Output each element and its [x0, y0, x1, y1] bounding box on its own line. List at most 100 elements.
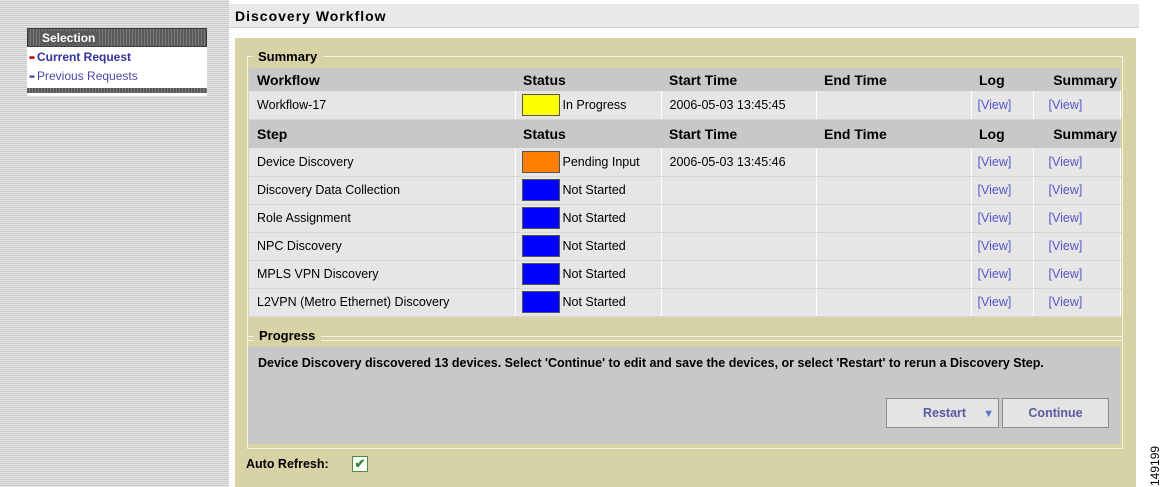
column-header-workflow: Workflow: [249, 68, 515, 91]
step-header-row: Step Status Start Time End Time Log Summ…: [249, 119, 1120, 148]
workflow-row: Workflow-17 In Progress 2006-05-03 13:45…: [249, 91, 1121, 120]
progress-message: Device Discovery discovered 13 devices. …: [258, 356, 1044, 370]
step-log-link[interactable]: [View]: [971, 176, 1034, 205]
status-indicator: [521, 93, 560, 116]
status-indicator: [521, 263, 560, 285]
restart-button[interactable]: Restart ▼: [886, 398, 999, 428]
step-status: Not Started: [515, 204, 662, 233]
step-log-link[interactable]: [View]: [971, 148, 1034, 177]
step-start-time: [661, 288, 817, 317]
column-header-summary: Summary: [1033, 68, 1120, 91]
step-name: Role Assignment: [249, 204, 516, 233]
bullet-icon: ••: [29, 53, 35, 64]
view-link[interactable]: [View]: [1049, 239, 1083, 253]
nav-previous-requests[interactable]: •• Previous Requests: [29, 69, 138, 83]
status-indicator: [521, 150, 560, 173]
selection-footer: [27, 88, 207, 93]
view-link[interactable]: [View]: [978, 295, 1012, 309]
column-header-end-time: End Time: [816, 68, 971, 91]
summary-legend: Summary: [253, 49, 324, 64]
step-name: L2VPN (Metro Ethernet) Discovery: [249, 288, 516, 317]
column-header-status: Status: [515, 68, 661, 91]
step-name: MPLS VPN Discovery: [249, 260, 516, 289]
view-link[interactable]: [View]: [1049, 183, 1083, 197]
step-summary-link[interactable]: [View]: [1033, 288, 1121, 317]
workflow-table: Workflow Status Start Time End Time Log …: [249, 68, 1121, 317]
status-text: Not Started: [562, 239, 626, 253]
selection-header: Selection: [27, 28, 207, 47]
checkmark-icon: ✔: [354, 456, 366, 471]
step-log-link[interactable]: [View]: [971, 204, 1034, 233]
auto-refresh-label: Auto Refresh:: [246, 457, 329, 471]
page-title: Discovery Workflow: [235, 8, 387, 24]
auto-refresh-checkbox[interactable]: ✔: [352, 456, 368, 472]
step-end-time: [816, 260, 972, 289]
view-link[interactable]: [View]: [1049, 211, 1083, 225]
step-row: Discovery Data Collection Not Started [Vie…: [249, 176, 1121, 205]
step-row: Device Discovery Pending Input 2006-05-03 …: [249, 148, 1121, 177]
step-summary-link[interactable]: [View]: [1033, 148, 1121, 177]
title-bar: Discovery Workflow: [229, 4, 1139, 28]
sidebar: Selection •• Current Request •• Previous R…: [0, 0, 229, 487]
step-summary-link[interactable]: [View]: [1033, 260, 1121, 289]
view-link[interactable]: [View]: [1049, 98, 1083, 112]
step-summary-link[interactable]: [View]: [1033, 204, 1121, 233]
step-end-time: [816, 176, 972, 205]
step-status: Pending Input: [515, 148, 662, 177]
progress-legend: Progress: [254, 328, 322, 343]
selection-title: Selection: [40, 31, 98, 45]
view-link[interactable]: [View]: [978, 155, 1012, 169]
workflow-name: Workflow-17: [249, 91, 516, 120]
view-link[interactable]: [View]: [1049, 267, 1083, 281]
nav-current-request[interactable]: •• Current Request: [29, 50, 131, 64]
step-end-time: [816, 288, 972, 317]
step-log-link[interactable]: [View]: [971, 288, 1034, 317]
continue-button[interactable]: Continue: [1002, 398, 1109, 428]
step-log-link[interactable]: [View]: [971, 260, 1034, 289]
status-text: Not Started: [562, 211, 626, 225]
view-link[interactable]: [View]: [1049, 295, 1083, 309]
step-start-time: [661, 176, 817, 205]
step-end-time: [816, 204, 972, 233]
status-text: Pending Input: [562, 154, 640, 169]
step-name: Device Discovery: [249, 148, 516, 177]
figure-number-text: 149199: [1148, 445, 1162, 486]
status-text: Not Started: [562, 295, 626, 309]
column-header-log: Log: [971, 119, 1033, 148]
step-status: Not Started: [515, 260, 662, 289]
workflow-end-time: [816, 91, 972, 120]
status-text: Not Started: [562, 183, 626, 197]
view-link[interactable]: [View]: [978, 211, 1012, 225]
view-link[interactable]: [View]: [978, 267, 1012, 281]
progress-area: Device Discovery discovered 13 devices. …: [248, 347, 1120, 444]
workflow-status: In Progress: [515, 91, 662, 120]
step-row: MPLS VPN Discovery Not Started [View] [View…: [249, 260, 1121, 289]
workflow-summary-link[interactable]: [View]: [1033, 91, 1121, 120]
nav-current-request-label: Current Request: [37, 50, 132, 64]
workflow-log-link[interactable]: [View]: [971, 91, 1034, 120]
nav-previous-requests-label: Previous Requests: [37, 69, 138, 83]
figure-number: 149199: [1148, 436, 1162, 486]
step-row: L2VPN (Metro Ethernet) Discovery Not Star…: [249, 288, 1121, 317]
view-link[interactable]: [View]: [978, 239, 1012, 253]
step-summary-link[interactable]: [View]: [1033, 232, 1121, 261]
step-log-link[interactable]: [View]: [971, 232, 1034, 261]
step-name: Discovery Data Collection: [249, 176, 516, 205]
step-start-time: [661, 204, 817, 233]
step-summary-link[interactable]: [View]: [1033, 176, 1121, 205]
view-link[interactable]: [View]: [978, 98, 1012, 112]
view-link[interactable]: [View]: [1049, 155, 1083, 169]
step-end-time: [816, 148, 972, 177]
step-start-time: [661, 260, 817, 289]
status-indicator: [521, 207, 560, 229]
status-text: In Progress: [562, 97, 627, 112]
dropdown-arrow-icon[interactable]: ▼: [983, 400, 994, 428]
step-name: NPC Discovery: [249, 232, 516, 261]
view-link[interactable]: [View]: [978, 183, 1012, 197]
status-text: Not Started: [562, 267, 626, 281]
bullet-icon: ••: [29, 72, 35, 83]
column-header-start-time: Start Time: [661, 68, 816, 91]
step-start-time: 2006-05-03 13:45:46: [661, 148, 817, 177]
workflow-header-row: Workflow Status Start Time End Time Log …: [249, 68, 1120, 91]
column-header-status: Status: [515, 119, 661, 148]
